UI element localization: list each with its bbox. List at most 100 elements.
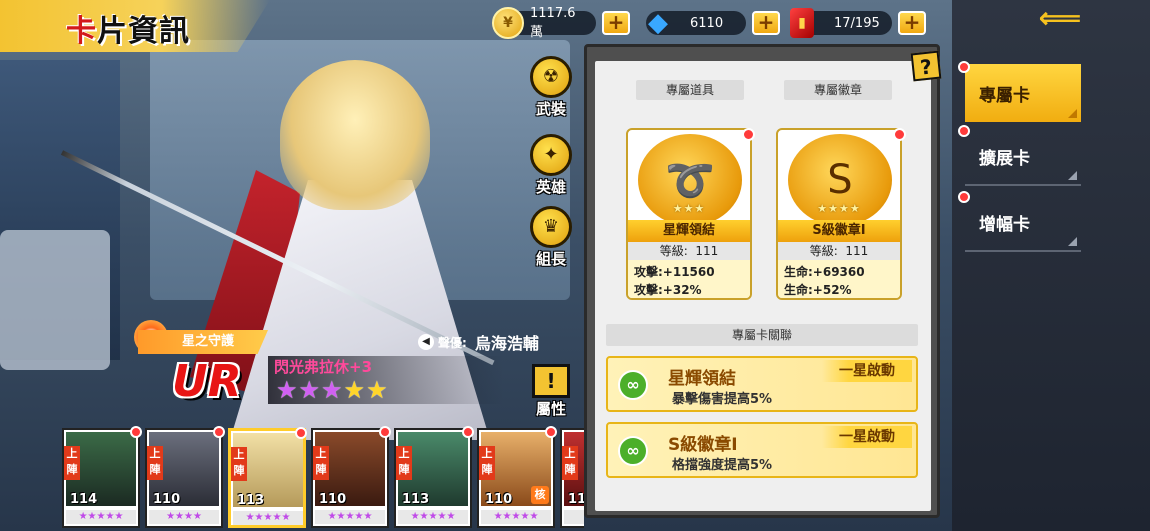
notification-dot xyxy=(893,128,906,141)
deploy-tag: 上陣 xyxy=(396,446,412,480)
item-level: 等級: 111 xyxy=(628,242,750,260)
nav-expansion-card[interactable]: 擴展卡 xyxy=(958,125,1081,186)
page-title: 卡片資訊 xyxy=(66,14,190,49)
nav-label: 擴展卡 xyxy=(979,148,1030,169)
currency-gem: ◆ 6110 + xyxy=(646,8,780,38)
link-activation-badge: 一星啟動 xyxy=(822,360,912,382)
portrait-level: 113 xyxy=(402,492,430,507)
back-arrow-icon[interactable]: ⟸ xyxy=(1028,4,1092,34)
portrait-level: 110 xyxy=(153,492,181,507)
deploy-tag: 上陣 xyxy=(147,446,163,480)
portrait-level: 110 xyxy=(485,492,513,507)
attribute-button[interactable]: ! 屬性 xyxy=(528,364,574,418)
item-stats: 生命:+69360 生命:+52% xyxy=(778,260,900,298)
roster-portrait[interactable]: 上陣 110 ★★★★★ xyxy=(311,426,391,528)
add-gem-button[interactable]: + xyxy=(752,11,780,35)
section-label-link: 專屬卡關聯 xyxy=(606,324,918,346)
add-card-button[interactable]: + xyxy=(898,11,926,35)
portrait-stars: ★★★★★ xyxy=(315,510,385,524)
item-name: S級徽章I xyxy=(778,220,900,242)
hero-name: 閃光弗拉休+3 xyxy=(274,358,373,376)
item-stars: ★★★★ xyxy=(817,202,861,215)
voice-label: 聲優: xyxy=(438,335,467,350)
exclusive-badge-card[interactable]: S ★★★★ S級徽章I 等級: 111 生命:+69360 生命:+52% xyxy=(776,128,902,300)
gem-value: 6110 xyxy=(690,15,724,31)
currency-coin: ¥ 1117.6萬 + xyxy=(492,6,630,40)
notification-dot xyxy=(130,426,142,438)
link-row[interactable]: ∞ 星輝領結 暴擊傷害提高5% 一星啟動 xyxy=(606,356,918,412)
chain-link-icon: ∞ xyxy=(618,436,648,466)
nav-label: 專屬卡 xyxy=(979,85,1030,106)
hero-head xyxy=(280,60,430,210)
guard-title: 星之守護 xyxy=(138,330,268,354)
add-coin-button[interactable]: + xyxy=(602,11,630,35)
voice-actor-name: 烏海浩輔 xyxy=(474,334,539,353)
portrait-level: 114 xyxy=(70,492,98,507)
notification-dot xyxy=(545,426,557,438)
nav-label: 增幅卡 xyxy=(979,214,1030,235)
notification-dot xyxy=(958,191,970,203)
hero-rank-button[interactable]: ✦ 英雄 xyxy=(526,134,576,196)
eagle-emblem-icon: ✦ xyxy=(530,134,572,176)
corner-mark xyxy=(1068,237,1077,246)
core-badge: 核 xyxy=(531,486,549,504)
armament-button[interactable]: ☢ 武裝 xyxy=(526,56,576,118)
section-label-items: 專屬道具 xyxy=(636,80,744,100)
section-label-badges: 專屬徽章 xyxy=(784,80,892,100)
portrait-stars: ★★★★★ xyxy=(481,510,551,524)
notification-dot xyxy=(379,426,391,438)
deploy-tag: 上陣 xyxy=(479,446,495,480)
help-button[interactable]: ? xyxy=(910,50,942,82)
hero-roster: 上陣 114 ★★★★★ 上陣 110 ★★★★ 上陣 113 ★★★★★ 上陣… xyxy=(58,426,584,531)
rarity-badge: UR xyxy=(172,356,242,407)
leader-button[interactable]: ♛ 組長 xyxy=(526,206,576,268)
roster-portrait[interactable]: 上陣 核 110 ★★★★★ xyxy=(477,426,557,528)
item-name: 星輝領結 xyxy=(628,220,750,242)
nav-boost-card[interactable]: 增幅卡 xyxy=(958,191,1081,252)
roster-portrait-selected[interactable]: 上陣 113 ★★★★★ xyxy=(228,427,307,528)
game-scene: 卡片資訊 ¥ 1117.6萬 + ◆ 6110 + ▮ 17/195 + ☢ 武… xyxy=(0,0,1150,531)
armament-icon: ☢ xyxy=(530,56,572,98)
card-value: 17/195 xyxy=(834,15,880,31)
crown-icon: ♛ xyxy=(530,206,572,248)
notification-dot xyxy=(213,426,225,438)
portrait-level: 113 xyxy=(237,493,265,508)
portrait-stars: ★ xyxy=(564,510,584,524)
link-description: 格擋強度提高5% xyxy=(672,458,773,473)
link-title: S級徽章I xyxy=(668,435,738,455)
notification-dot xyxy=(958,61,970,73)
nav-exclusive-card[interactable]: 專屬卡 xyxy=(958,61,1081,122)
card-pack-icon: ▮ xyxy=(790,8,814,38)
portrait-stars: ★★★★★ xyxy=(233,511,303,525)
link-activation-badge: 一星啟動 xyxy=(822,426,912,448)
portrait-level: 11 xyxy=(568,492,584,507)
notification-dot xyxy=(462,426,474,438)
notification-dot xyxy=(742,128,755,141)
link-title: 星輝領結 xyxy=(668,369,736,389)
exclusive-item-card[interactable]: ➰ ★★★ 星輝領結 等級: 111 攻擊:+11560 攻擊:+32% xyxy=(626,128,752,300)
roster-portrait[interactable]: 上陣 114 ★★★★★ xyxy=(62,426,142,528)
background-machine xyxy=(0,230,110,370)
item-stars: ★★★ xyxy=(672,202,706,215)
attribute-icon: ! xyxy=(532,364,570,398)
corner-mark xyxy=(1068,171,1077,180)
portrait-stars: ★★★★★ xyxy=(398,510,468,524)
item-level: 等級: 111 xyxy=(778,242,900,260)
notification-dot xyxy=(958,125,970,137)
portrait-level: 110 xyxy=(319,492,347,507)
coin-icon: ¥ xyxy=(492,7,524,39)
roster-portrait[interactable]: 上陣 11 ★ xyxy=(560,428,584,528)
portrait-stars: ★★★★★ xyxy=(66,510,136,524)
deploy-tag: 上陣 xyxy=(313,446,329,480)
notification-dot xyxy=(295,427,307,439)
roster-portrait[interactable]: 上陣 110 ★★★★ xyxy=(145,426,225,528)
deploy-tag: 上陣 xyxy=(562,446,578,480)
link-row[interactable]: ∞ S級徽章I 格擋強度提高5% 一星啟動 xyxy=(606,422,918,478)
chain-link-icon: ∞ xyxy=(618,370,648,400)
portrait-stars: ★★★★ xyxy=(149,510,219,524)
corner-mark xyxy=(1068,109,1077,118)
voice-actor[interactable]: ◀ 聲優: 烏海浩輔 xyxy=(418,332,539,353)
roster-portrait[interactable]: 上陣 113 ★★★★★ xyxy=(394,426,474,528)
hero-stars: ★★★★★ xyxy=(276,376,389,404)
item-stats: 攻擊:+11560 攻擊:+32% xyxy=(628,260,750,298)
